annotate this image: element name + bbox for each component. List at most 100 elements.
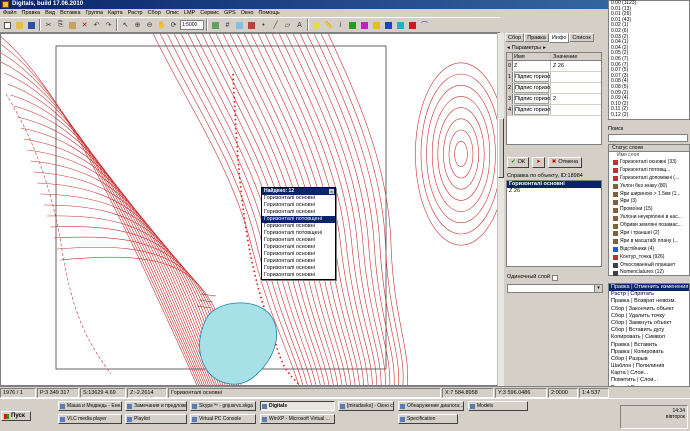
scale-list[interactable]: 0.00 (1123) 0.01 (13) 0.01 (26) 0.01 (43) 0.… xyxy=(608,0,690,120)
grid-icon[interactable]: # xyxy=(222,20,233,31)
redo-icon[interactable]: ↷ xyxy=(103,20,114,31)
layer-combo[interactable]: ▾ xyxy=(507,284,603,293)
layer-item[interactable]: Контур_точка (926) xyxy=(609,254,689,262)
text-icon[interactable]: A xyxy=(294,20,305,31)
color-blue-icon[interactable] xyxy=(383,20,394,31)
taskbar-button[interactable]: Замечания и предложе... xyxy=(125,401,187,411)
point-icon[interactable]: • xyxy=(258,20,269,31)
taskbar-button[interactable]: Маша и Медведь - Ене... xyxy=(58,401,122,411)
command-item[interactable]: Сбор | Удалить точку xyxy=(609,313,689,320)
popup-item[interactable]: Горизонталі потовщені xyxy=(262,230,335,237)
select-icon[interactable]: ↖ xyxy=(120,20,131,31)
map-scrollbar[interactable] xyxy=(497,33,504,386)
taskbar-button[interactable]: Digitals xyxy=(260,401,335,411)
popup-item[interactable]: Горизонталі основні xyxy=(262,258,335,265)
grid-row[interactable]: 0ZZ 26 xyxy=(507,61,601,72)
layer-item[interactable]: Уклони неукріплені в нас... xyxy=(609,214,689,222)
menu-item[interactable]: Помощь xyxy=(258,9,279,17)
menu-item[interactable]: Карта xyxy=(108,9,123,17)
menu-item[interactable]: Вид xyxy=(45,9,55,17)
copy-icon[interactable]: ⎘ xyxy=(55,20,66,31)
layer-item[interactable]: Откосованный планшет xyxy=(609,262,689,270)
layer-item[interactable]: Горизонталі основні (33) xyxy=(609,159,689,167)
grid-cell-name[interactable]: Підпис горизонталей xyxy=(513,72,551,82)
menu-item[interactable]: Опис xyxy=(166,9,179,17)
vector-icon[interactable] xyxy=(246,20,257,31)
command-item[interactable]: Сбор | Вставить дугу xyxy=(609,327,689,334)
single-layer-checkbox[interactable] xyxy=(552,274,559,281)
popup-item[interactable]: Горизонталі основні xyxy=(262,272,335,279)
color-cyan-icon[interactable] xyxy=(395,20,406,31)
popup-item[interactable]: Горизонталі основні xyxy=(262,209,335,216)
search-input[interactable] xyxy=(608,134,688,142)
ok-button[interactable]: ✔ ОК xyxy=(507,157,530,168)
menu-item[interactable]: Группа xyxy=(86,9,103,17)
color-magenta-icon[interactable] xyxy=(359,20,370,31)
panel-tab[interactable]: Сбор xyxy=(505,33,525,42)
layer-item[interactable]: Горизонталі потовщ... xyxy=(609,167,689,175)
cut-icon[interactable]: ✂ xyxy=(43,20,54,31)
grid-cell-name[interactable]: Підпис горизонталей xyxy=(513,105,551,115)
start-button[interactable]: Пуск xyxy=(1,411,31,421)
menu-item[interactable]: Правка xyxy=(22,9,41,17)
popup-item[interactable]: Горизонталі основні xyxy=(262,202,335,209)
menu-item[interactable]: GPS xyxy=(224,9,236,17)
layer-item[interactable]: Горизонталі допоміжні (... xyxy=(609,175,689,183)
grid-cell-value[interactable] xyxy=(551,105,601,115)
popup-item[interactable]: Горизонталі основні xyxy=(262,251,335,258)
paste-icon[interactable] xyxy=(67,20,78,31)
grid-cell-name[interactable]: Z xyxy=(513,61,551,71)
refresh-icon[interactable]: ⟳ xyxy=(168,20,179,31)
layer-item[interactable]: Nomenclatures (12) xyxy=(609,269,689,277)
grid-row[interactable]: 3Підпис горизонталей2 xyxy=(507,94,601,105)
layer-item[interactable]: Яри (3) xyxy=(609,198,689,206)
undo-icon[interactable]: ↶ xyxy=(91,20,102,31)
panel-tab[interactable]: Правка xyxy=(524,33,549,42)
save-icon[interactable] xyxy=(26,20,37,31)
snap-icon[interactable] xyxy=(311,20,322,31)
command-item[interactable]: Сбор | Замкнуть объект xyxy=(609,320,689,327)
scale-item[interactable]: 0.12 (2) xyxy=(609,112,689,119)
popup-item[interactable]: Горизонталі основні xyxy=(262,223,335,230)
command-item[interactable]: Правка | Отменить изменения xyxy=(609,284,689,292)
color-red-icon[interactable] xyxy=(407,20,418,31)
pan-icon[interactable]: ✋ xyxy=(156,20,167,31)
popup-item[interactable]: Горизонталі основні xyxy=(262,195,335,202)
select-object-button[interactable]: ➤ xyxy=(532,157,545,168)
info-item[interactable]: Z 26 xyxy=(507,188,601,195)
menu-item[interactable]: Окно xyxy=(241,9,254,17)
command-history-list[interactable]: Правка | Отменить изменения Растр | Спрят… xyxy=(608,283,690,387)
layer-item[interactable]: Обриви земляні позамас... xyxy=(609,222,689,230)
popup-item[interactable]: Горизонталі потовщені xyxy=(262,216,335,223)
taskbar-button[interactable]: WinXP - Microsoft Virtual ... xyxy=(260,414,335,424)
layer-item[interactable]: Промоїни (15) xyxy=(609,206,689,214)
grid-cell-value[interactable]: Z 26 xyxy=(551,61,601,71)
grid-cell-value[interactable] xyxy=(551,83,601,93)
zoom-input[interactable]: 1:5000 xyxy=(180,20,204,30)
command-item[interactable]: Сбор | Разрыв xyxy=(609,356,689,363)
layer-item[interactable]: Яри і траншеї (2) xyxy=(609,230,689,238)
params-right-arrow-icon[interactable]: ▸ xyxy=(543,45,546,51)
menu-item[interactable]: Растр xyxy=(128,9,143,17)
menu-item[interactable]: Сбор xyxy=(148,9,161,17)
contour-map[interactable] xyxy=(1,34,500,386)
panel-tab[interactable]: Инфо xyxy=(548,33,570,43)
layer-item[interactable]: Яри в масштабі плану (... xyxy=(609,238,689,246)
grid-row[interactable]: 1Підпис горизонталей xyxy=(507,72,601,83)
command-item[interactable]: Растр | Спрятать xyxy=(609,291,689,298)
params-left-arrow-icon[interactable]: ◂ xyxy=(507,45,510,51)
new-file-icon[interactable] xyxy=(2,20,13,31)
command-item[interactable]: Копировать | Символ xyxy=(609,334,689,341)
menu-item[interactable]: LMP xyxy=(184,9,195,17)
taskbar-button[interactable]: [miradavko] - Окно сооб... xyxy=(338,401,394,411)
zoom-out-icon[interactable]: ⊖ xyxy=(144,20,155,31)
command-item[interactable]: Карта | Слои... xyxy=(609,370,689,377)
menu-item[interactable]: Файл xyxy=(3,9,17,17)
command-item[interactable]: Пометить | Слои... xyxy=(609,377,689,384)
scrollbar-thumb[interactable] xyxy=(498,118,504,178)
measure-icon[interactable]: 📏 xyxy=(323,20,334,31)
layer-item[interactable]: Уклон без знаку (80) xyxy=(609,183,689,191)
curve-icon[interactable]: ⌒ xyxy=(419,20,430,31)
taskbar-button[interactable]: VLC media player xyxy=(58,414,122,424)
command-item[interactable]: Шаблон | Полилиния xyxy=(609,363,689,370)
